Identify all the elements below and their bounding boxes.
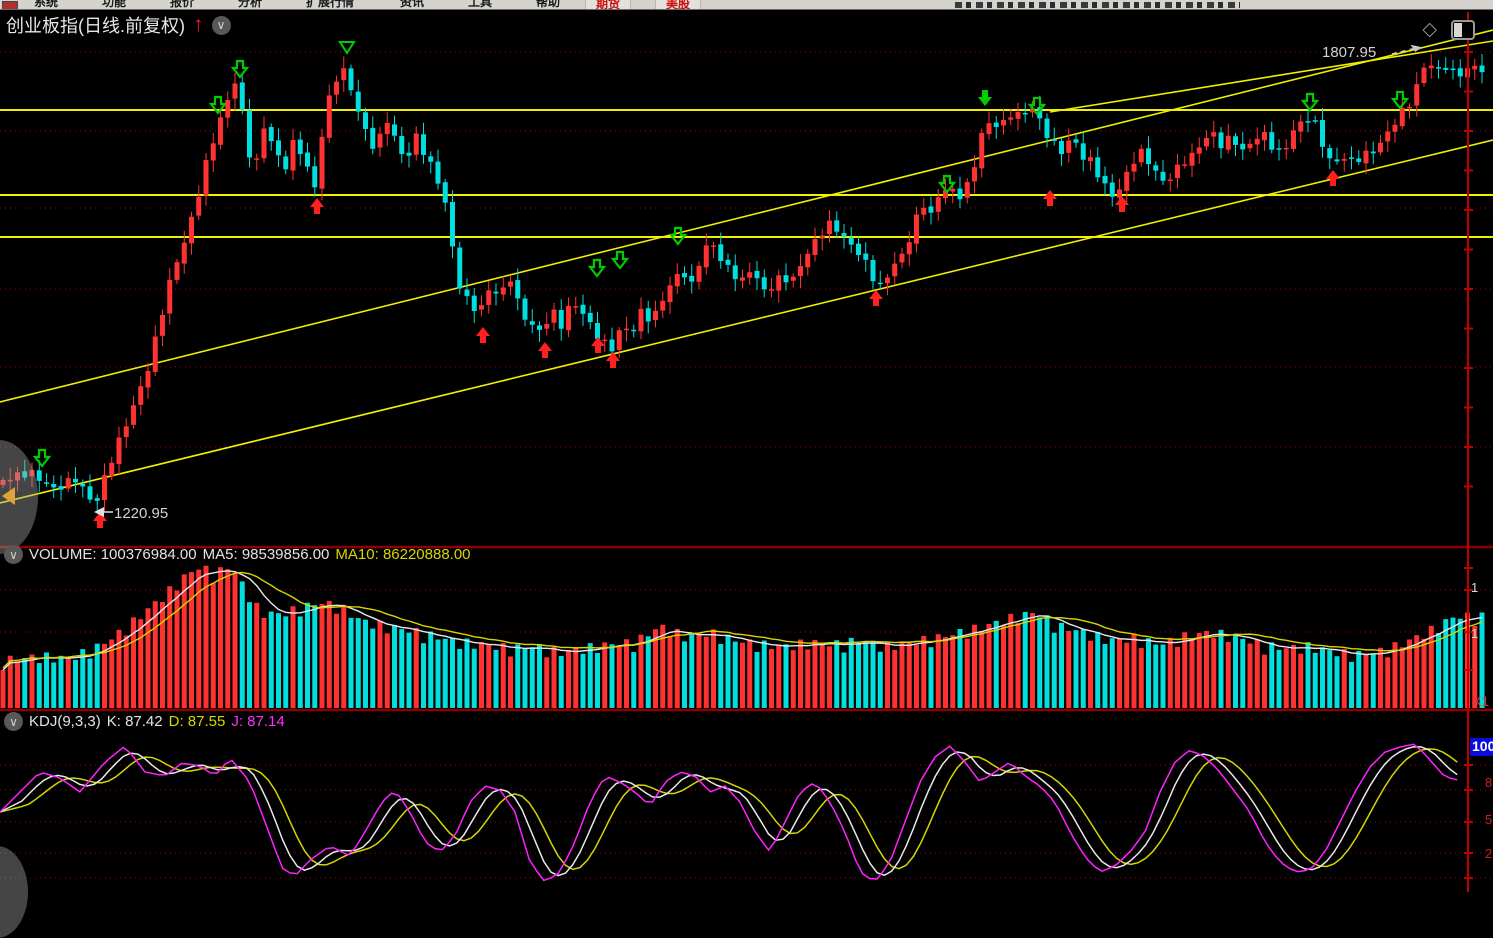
ma10-value: 86220888.00	[383, 546, 471, 563]
peak-triangle-marker	[340, 42, 354, 53]
volume-label: VOLUME:	[29, 546, 97, 563]
volume-value: 100376984.00	[101, 546, 197, 563]
volume-axis-tick-mid: 1	[1471, 626, 1492, 641]
k-value: 87.42	[125, 713, 163, 730]
candles-layer	[1, 54, 1485, 511]
price-up-arrow-icon: ↑	[193, 16, 204, 34]
diagonal-trendlines-layer	[0, 30, 1493, 503]
ma5-label: MA5:	[203, 546, 238, 563]
sell-signal-arrow-solid	[978, 90, 992, 106]
buy-signal-arrow	[310, 198, 324, 214]
sell-signal-arrow-hollow	[1393, 92, 1407, 108]
sell-signal-arrow-hollow	[1303, 94, 1317, 110]
volume-bars-layer	[1, 566, 1485, 708]
j-value: 87.14	[247, 713, 285, 730]
diamond-icon[interactable]: ◇	[1422, 18, 1437, 41]
ma5-value: 98539856.00	[242, 546, 330, 563]
price-chart-svg	[0, 0, 1493, 892]
high-price-annotation: 1807.95	[1322, 44, 1376, 61]
kdj-axis-tick-20: 2	[1485, 846, 1493, 861]
kdj-axis-tick-50: 5	[1485, 812, 1493, 827]
signal-markers-layer	[35, 42, 1407, 528]
chevron-down-icon[interactable]: ∨	[212, 16, 231, 35]
buy-signal-arrow	[1043, 190, 1057, 206]
volume-panel-header: ∨ VOLUME: 100376984.00 MA5: 98539856.00 …	[4, 545, 471, 564]
split-panel-icon[interactable]	[1451, 20, 1475, 40]
kdj-current-value-badge: 100	[1470, 738, 1493, 756]
volume-axis-tick-top: 1	[1471, 580, 1492, 595]
kdj-label: KDJ(9,3,3)	[29, 713, 101, 730]
buy-signal-arrow	[1326, 170, 1340, 186]
gridlines-layer	[0, 52, 1493, 878]
j-label: J:	[231, 713, 243, 730]
d-value: 87.55	[188, 713, 226, 730]
buy-signal-arrow	[869, 290, 883, 306]
scale-multiplier-label: X1	[1472, 693, 1489, 709]
low-price-annotation: 1220.95	[114, 505, 168, 522]
annotation-arrows-layer	[94, 45, 1422, 517]
buy-signal-arrow	[538, 342, 552, 358]
page-title: 创业板指(日线.前复权)	[6, 12, 185, 38]
corner-icons: ◇	[1422, 18, 1475, 41]
collapse-volume-icon[interactable]: ∨	[4, 545, 23, 564]
page-left-arrow-icon	[2, 487, 15, 505]
kdj-axis-tick-80: 8	[1485, 775, 1493, 790]
buy-signal-arrow	[476, 327, 490, 343]
k-label: K:	[107, 713, 121, 730]
ma10-label: MA10:	[335, 546, 378, 563]
kdj-panel-header: ∨ KDJ(9,3,3) K: 87.42 D: 87.55 J: 87.14	[4, 712, 285, 731]
d-label: D:	[169, 713, 184, 730]
horizontal-trendlines-layer	[0, 110, 1493, 237]
sell-signal-arrow-hollow	[35, 450, 49, 466]
chart-title-bar: 创业板指(日线.前复权) ↑ ∨	[6, 12, 231, 38]
trading-terminal: { "menu": { "items": ["系统", "功能", "报价", …	[0, 0, 1493, 892]
collapse-kdj-icon[interactable]: ∨	[4, 712, 23, 731]
frame-layer	[0, 12, 1493, 892]
kdj-lines-layer	[0, 744, 1457, 880]
sell-signal-arrow-hollow	[590, 260, 604, 276]
buy-signal-arrow	[591, 337, 605, 353]
sell-signal-arrow-hollow	[613, 252, 627, 268]
